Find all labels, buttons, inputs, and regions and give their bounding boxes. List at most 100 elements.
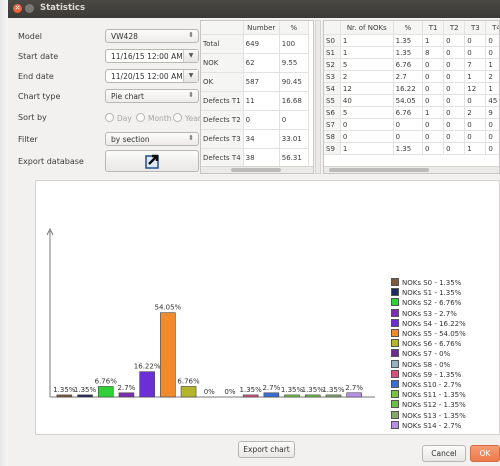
section-cell: 0	[443, 94, 466, 107]
title-bar: ✕ Statistics	[8, 0, 500, 18]
section-horizontal-scrollbar[interactable]	[324, 166, 499, 173]
bar-value-label: 16.22%	[134, 363, 161, 371]
summary-cell: 11	[243, 91, 280, 111]
filter-select[interactable]: by section ⬍	[105, 132, 199, 146]
section-row[interactable]: S322.700123	[324, 70, 499, 83]
summary-cell: Defects T3	[201, 129, 244, 149]
legend-label: NOKs S8 - 0%	[402, 360, 451, 369]
filter-label: Filter	[18, 135, 38, 144]
section-cell: 0	[443, 82, 466, 95]
legend-item: NOKs S10 - 2.7%	[391, 380, 461, 389]
bar-value-label: 0%	[224, 388, 235, 396]
scrollbar-thumb[interactable]	[329, 168, 429, 172]
chart-type-value: Pie chart	[111, 92, 144, 101]
section-cell: 0	[485, 46, 499, 59]
summary-row[interactable]: Total 649 100	[201, 34, 310, 54]
section-cell: S6	[324, 106, 341, 119]
bar-value-label: 6.76%	[177, 377, 200, 385]
section-cell: 2	[485, 70, 499, 83]
section-header-cell[interactable]: T4	[485, 21, 499, 35]
ok-button[interactable]: OK	[470, 445, 500, 462]
chevron-down-icon[interactable]: ▼	[183, 50, 198, 62]
summary-horizontal-scrollbar[interactable]	[201, 166, 313, 173]
section-cell: 0	[422, 82, 445, 95]
section-cell: 0	[422, 94, 445, 107]
legend-item: NOKs S5 - 54.05%	[391, 329, 466, 338]
section-cell: 0	[443, 130, 466, 143]
summary-header-cell[interactable]: Number	[243, 21, 280, 35]
chart-panel: 1.35% 1.35% 6.76% 2.7% 16.22% 54.05% 6.76% 0% 0%…	[35, 180, 500, 435]
section-header-cell[interactable]: Nr. of NOKs	[340, 21, 394, 35]
export-chart-button[interactable]: Export chart	[238, 441, 295, 458]
section-row[interactable]: S54054.05000454	[324, 94, 499, 107]
section-cell: 1	[464, 142, 487, 155]
section-cell: 1	[422, 34, 445, 47]
section-row[interactable]: S256.7600718	[324, 58, 499, 71]
chevron-down-icon[interactable]: ▼	[183, 70, 198, 82]
legend-label: NOKs S6 - 6.76%	[402, 340, 462, 349]
sort-year-radio[interactable]: Year	[173, 113, 201, 123]
summary-cell: 56.31	[279, 148, 310, 168]
bar-value-label: 1.35%	[322, 386, 345, 394]
close-window-button[interactable]: ✕	[13, 4, 22, 13]
sort-month-radio[interactable]: Month	[136, 113, 172, 123]
section-cell: 0	[485, 130, 499, 143]
section-row[interactable]: S656.7610291	[324, 106, 499, 119]
summary-row[interactable]: Defects T4 38 56.31	[201, 148, 310, 168]
scrollbar-thumb[interactable]	[231, 168, 281, 172]
summary-row[interactable]: Defects T3 34 33.01	[201, 129, 310, 149]
section-row[interactable]: S911.3500101	[324, 142, 499, 155]
section-header-cell[interactable]	[324, 21, 341, 35]
section-row[interactable]: S80000000	[324, 130, 499, 143]
summary-row[interactable]: Defects T1 11 16.68	[201, 91, 310, 111]
section-cell: 0	[422, 130, 445, 143]
end-date-field[interactable]: 11/20/15 12:00 AM ▼	[105, 69, 199, 83]
section-header-cell[interactable]: %	[393, 21, 424, 35]
chart-legend: NOKs S0 - 1.35% NOKs S1 - 1.35% NOKs S2 - …	[391, 278, 496, 430]
start-date-label: Start date	[18, 52, 59, 61]
bar-s3	[118, 392, 135, 398]
legend-item: NOKs S0 - 1.35%	[391, 278, 461, 287]
summary-row[interactable]: Defects T2 0 0	[201, 110, 310, 130]
section-cell: S3	[324, 70, 341, 83]
section-cell: 1	[340, 34, 394, 47]
section-cell: 0	[464, 34, 487, 47]
sort-day-radio[interactable]: Day	[105, 113, 132, 123]
model-select[interactable]: VW428 ⬍	[105, 29, 199, 43]
start-date-field[interactable]: 11/16/15 12:00 AM ▼	[105, 49, 199, 63]
bar-value-label: 1.35%	[74, 386, 97, 394]
section-cell: 1.35	[393, 46, 424, 59]
bar-value-label: 2.7%	[118, 384, 136, 392]
minimize-window-button[interactable]	[25, 4, 34, 13]
section-cell: 0	[443, 46, 466, 59]
legend-swatch	[391, 359, 399, 368]
section-row[interactable]: S011.3510001	[324, 34, 499, 47]
section-row[interactable]: S111.3580008	[324, 46, 499, 59]
section-header-cell[interactable]: T2	[443, 21, 466, 35]
summary-cell: 0	[243, 110, 280, 130]
summary-header-cell[interactable]: %	[279, 21, 310, 35]
section-cell: 0	[485, 118, 499, 131]
section-cell: 0	[422, 142, 445, 155]
summary-header-cell[interactable]	[201, 21, 244, 35]
summary-vertical-scrollbar[interactable]	[315, 20, 321, 174]
chart-type-select[interactable]: Pie chart ⬍	[105, 89, 199, 103]
radio-icon	[173, 113, 182, 122]
section-cell: 1	[422, 106, 445, 119]
summary-row[interactable]: NOK 62 9.55	[201, 53, 310, 73]
cancel-button[interactable]: Cancel	[422, 445, 466, 462]
summary-row[interactable]: OK 587 90.45	[201, 72, 310, 92]
bar-value-label: 2.7%	[262, 384, 280, 392]
export-database-button[interactable]	[105, 150, 199, 172]
bar-s12	[304, 394, 321, 398]
legend-label: NOKs S5 - 54.05%	[402, 330, 466, 338]
section-header-cell[interactable]: T3	[464, 21, 487, 35]
section-cell: 0	[340, 130, 394, 143]
summary-cell: 587	[243, 72, 280, 92]
section-header-cell[interactable]: T1	[422, 21, 445, 35]
section-row[interactable]: S70000000	[324, 118, 499, 131]
section-cell: S9	[324, 142, 341, 155]
section-cell: 0	[422, 70, 445, 83]
legend-swatch	[391, 308, 399, 317]
section-row[interactable]: S41216.22001211	[324, 82, 499, 95]
